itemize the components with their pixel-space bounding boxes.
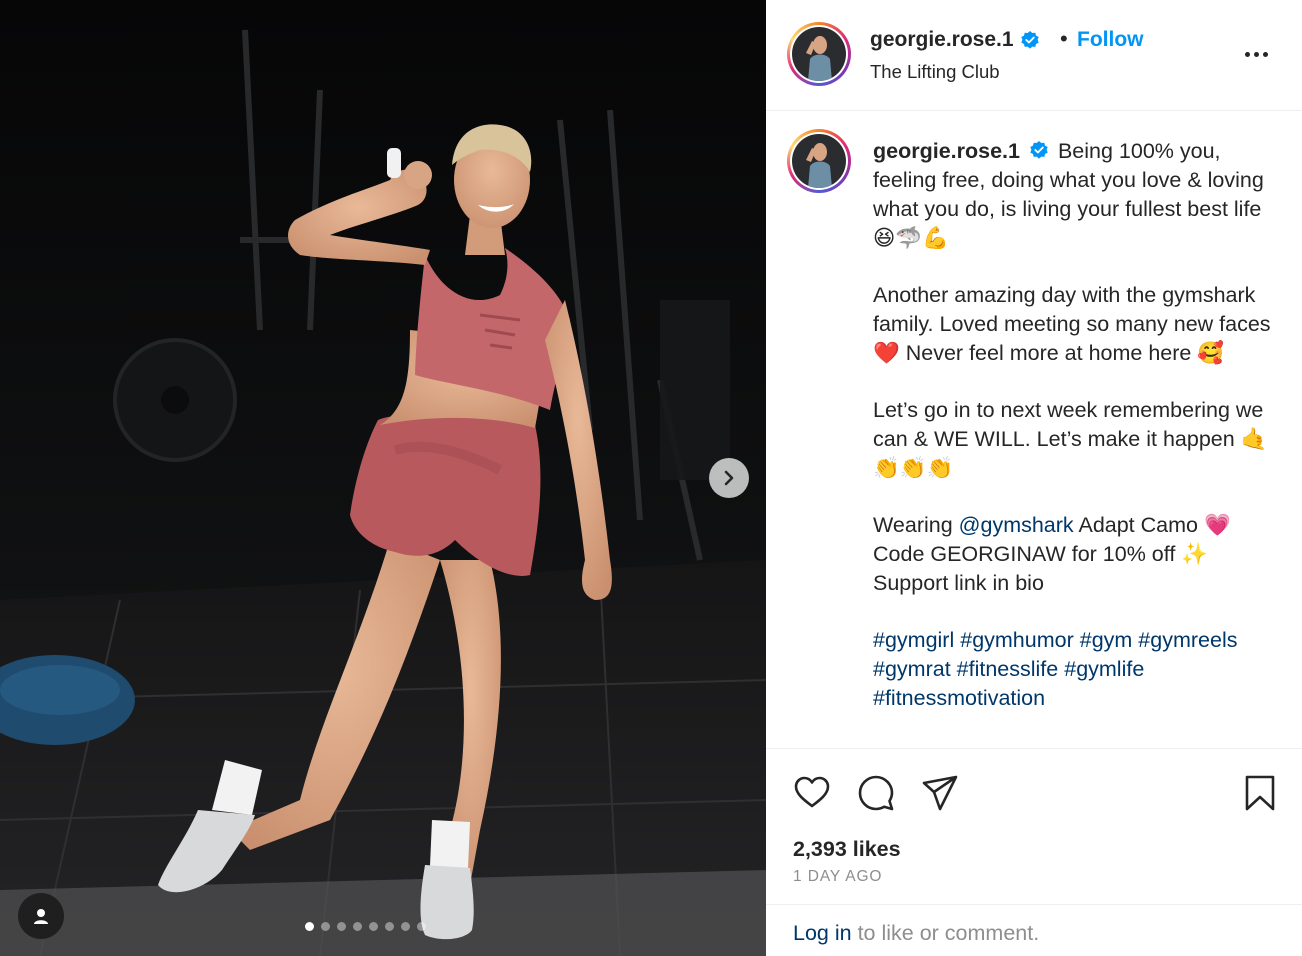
share-icon[interactable] <box>920 773 960 813</box>
verified-badge-icon <box>1020 31 1039 49</box>
mention-link[interactable]: @gymshark <box>959 513 1074 537</box>
follow-button[interactable]: Follow <box>1077 28 1144 52</box>
hashtag-link[interactable]: #gymhumor <box>960 628 1074 652</box>
caption-wearing-suffix: Adapt Camo 💗 <box>1073 513 1231 537</box>
comment-icon[interactable] <box>856 773 896 813</box>
post-timestamp[interactable]: 1 DAY AGO <box>793 868 882 886</box>
caption-avatar[interactable] <box>787 129 851 193</box>
login-link[interactable]: Log in <box>793 921 852 945</box>
hashtag-link[interactable]: #fitnesslife <box>957 657 1059 681</box>
carousel-dot <box>417 922 426 931</box>
user-tag-icon <box>34 909 48 924</box>
caption-paragraph-2: Another amazing day with the gymshark fa… <box>873 283 1271 365</box>
heart-icon[interactable] <box>792 773 832 813</box>
chevron-right-icon <box>724 470 734 486</box>
carousel-dot <box>369 922 378 931</box>
carousel-dot <box>321 922 330 931</box>
tagged-users-button[interactable] <box>18 893 64 939</box>
avatar-image <box>792 134 846 188</box>
post-header: georgie.rose.1 • Follow The Lifting Club <box>766 0 1302 111</box>
verified-badge-icon <box>1030 141 1048 159</box>
caption-code-line: Code GEORGINAW for 10% off ✨ <box>873 542 1209 566</box>
caption-username[interactable]: georgie.rose.1 <box>873 139 1020 163</box>
carousel-next-button[interactable] <box>709 458 749 498</box>
hashtag-link[interactable]: #gymreels <box>1138 628 1237 652</box>
hashtag-link[interactable]: #gymgirl <box>873 628 954 652</box>
login-prompt-text: to like or comment. <box>851 921 1040 945</box>
hashtag-link[interactable]: #fitnessmotivation <box>873 686 1045 710</box>
carousel-dot <box>401 922 410 931</box>
more-options-icon[interactable] <box>1238 42 1274 66</box>
carousel-dot <box>353 922 362 931</box>
hashtag-list: #gymgirl #gymhumor #gym #gymreels #gymra… <box>873 626 1273 713</box>
profile-avatar[interactable] <box>787 22 851 86</box>
caption-wearing-prefix: Wearing <box>873 513 959 537</box>
likes-count[interactable]: 2,393 likes <box>793 837 901 862</box>
caption-support-line: Support link in bio <box>873 571 1044 595</box>
post-actions: 2,393 likes 1 DAY AGO Log in to like or … <box>766 748 1302 956</box>
separator-dot: • <box>1060 26 1068 51</box>
post-author[interactable]: georgie.rose.1 <box>870 28 1040 52</box>
avatar-image <box>792 27 846 81</box>
username-text[interactable]: georgie.rose.1 <box>870 28 1014 52</box>
carousel-dot <box>305 922 314 931</box>
comments-section: georgie.rose.1 Being 100% you, feeling f… <box>766 111 1302 748</box>
hashtag-link[interactable]: #gym <box>1080 628 1133 652</box>
post-caption: georgie.rose.1 Being 100% you, feeling f… <box>873 137 1273 713</box>
post-details-panel: georgie.rose.1 • Follow The Lifting Club <box>766 0 1302 956</box>
hashtag-link[interactable]: #gymlife <box>1064 657 1144 681</box>
carousel-dot <box>337 922 346 931</box>
caption-paragraph-3: Let’s go in to next week remembering we … <box>873 398 1268 480</box>
location-link[interactable]: The Lifting Club <box>870 61 1000 83</box>
carousel-dot <box>385 922 394 931</box>
post-photo <box>0 0 766 956</box>
login-prompt: Log in to like or comment. <box>766 904 1302 956</box>
bookmark-icon[interactable] <box>1240 773 1280 813</box>
hashtag-link[interactable]: #gymrat <box>873 657 951 681</box>
post-media[interactable] <box>0 0 766 956</box>
carousel-indicator <box>305 922 426 931</box>
